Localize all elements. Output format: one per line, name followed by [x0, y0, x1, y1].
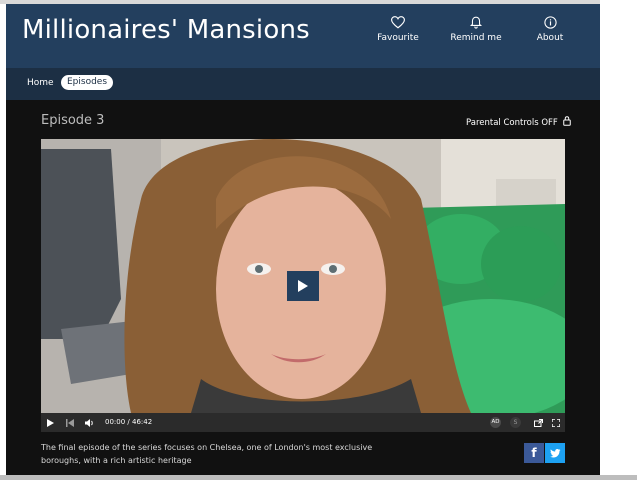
page-margin-right — [600, 0, 637, 480]
twitter-icon — [549, 448, 560, 458]
audio-description-button[interactable]: AD — [490, 417, 501, 428]
volume-button[interactable] — [85, 413, 94, 432]
remind-me-label: Remind me — [450, 33, 502, 43]
about-button[interactable]: About — [515, 16, 585, 43]
facebook-share-button[interactable]: f — [524, 443, 544, 463]
about-label: About — [536, 33, 564, 43]
lock-icon — [562, 116, 571, 126]
episode-description: The final episode of the series focuses … — [41, 443, 373, 465]
bell-icon — [470, 16, 482, 29]
browser-bottom-strip — [0, 475, 637, 480]
episode-title: Episode 3 — [41, 113, 105, 128]
play-icon — [298, 280, 308, 292]
popout-icon — [534, 418, 543, 427]
skip-back-button[interactable] — [66, 413, 74, 432]
volume-icon — [85, 418, 93, 427]
nav-episodes-tab[interactable]: Episodes — [61, 75, 114, 90]
facebook-icon: f — [531, 446, 537, 460]
play-overlay-button[interactable] — [287, 271, 319, 301]
play-button[interactable] — [47, 413, 54, 432]
twitter-share-button[interactable] — [545, 443, 565, 463]
programme-page: Millionaires' Mansions Favourite Remind … — [6, 4, 600, 475]
sub-navigation: Home Episodes — [6, 68, 600, 100]
popout-button[interactable] — [534, 413, 543, 432]
nav-home-link[interactable]: Home — [27, 78, 54, 88]
duration: 46:42 — [132, 418, 153, 426]
info-icon — [543, 16, 557, 29]
remind-me-button[interactable]: Remind me — [441, 16, 511, 43]
video-player[interactable] — [41, 139, 565, 413]
favourite-button[interactable]: Favourite — [363, 16, 433, 43]
subtitles-button[interactable]: S — [510, 417, 521, 428]
fullscreen-button[interactable] — [552, 413, 560, 432]
time-readout: 00:00 / 46:42 — [105, 418, 152, 426]
programme-title: Millionaires' Mansions — [22, 15, 310, 45]
player-controls: 00:00 / 46:42 AD S — [41, 413, 565, 432]
parental-controls-label: Parental Controls OFF — [466, 118, 558, 128]
favourite-label: Favourite — [377, 33, 419, 43]
time-separator: / — [127, 418, 130, 426]
site-header: Millionaires' Mansions Favourite Remind … — [6, 4, 600, 68]
play-icon — [47, 418, 54, 427]
heart-icon — [391, 16, 405, 29]
fullscreen-icon — [552, 418, 560, 427]
parental-controls-toggle[interactable]: Parental Controls OFF — [466, 116, 571, 128]
skip-back-icon — [66, 418, 74, 427]
current-time: 00:00 — [105, 418, 126, 426]
